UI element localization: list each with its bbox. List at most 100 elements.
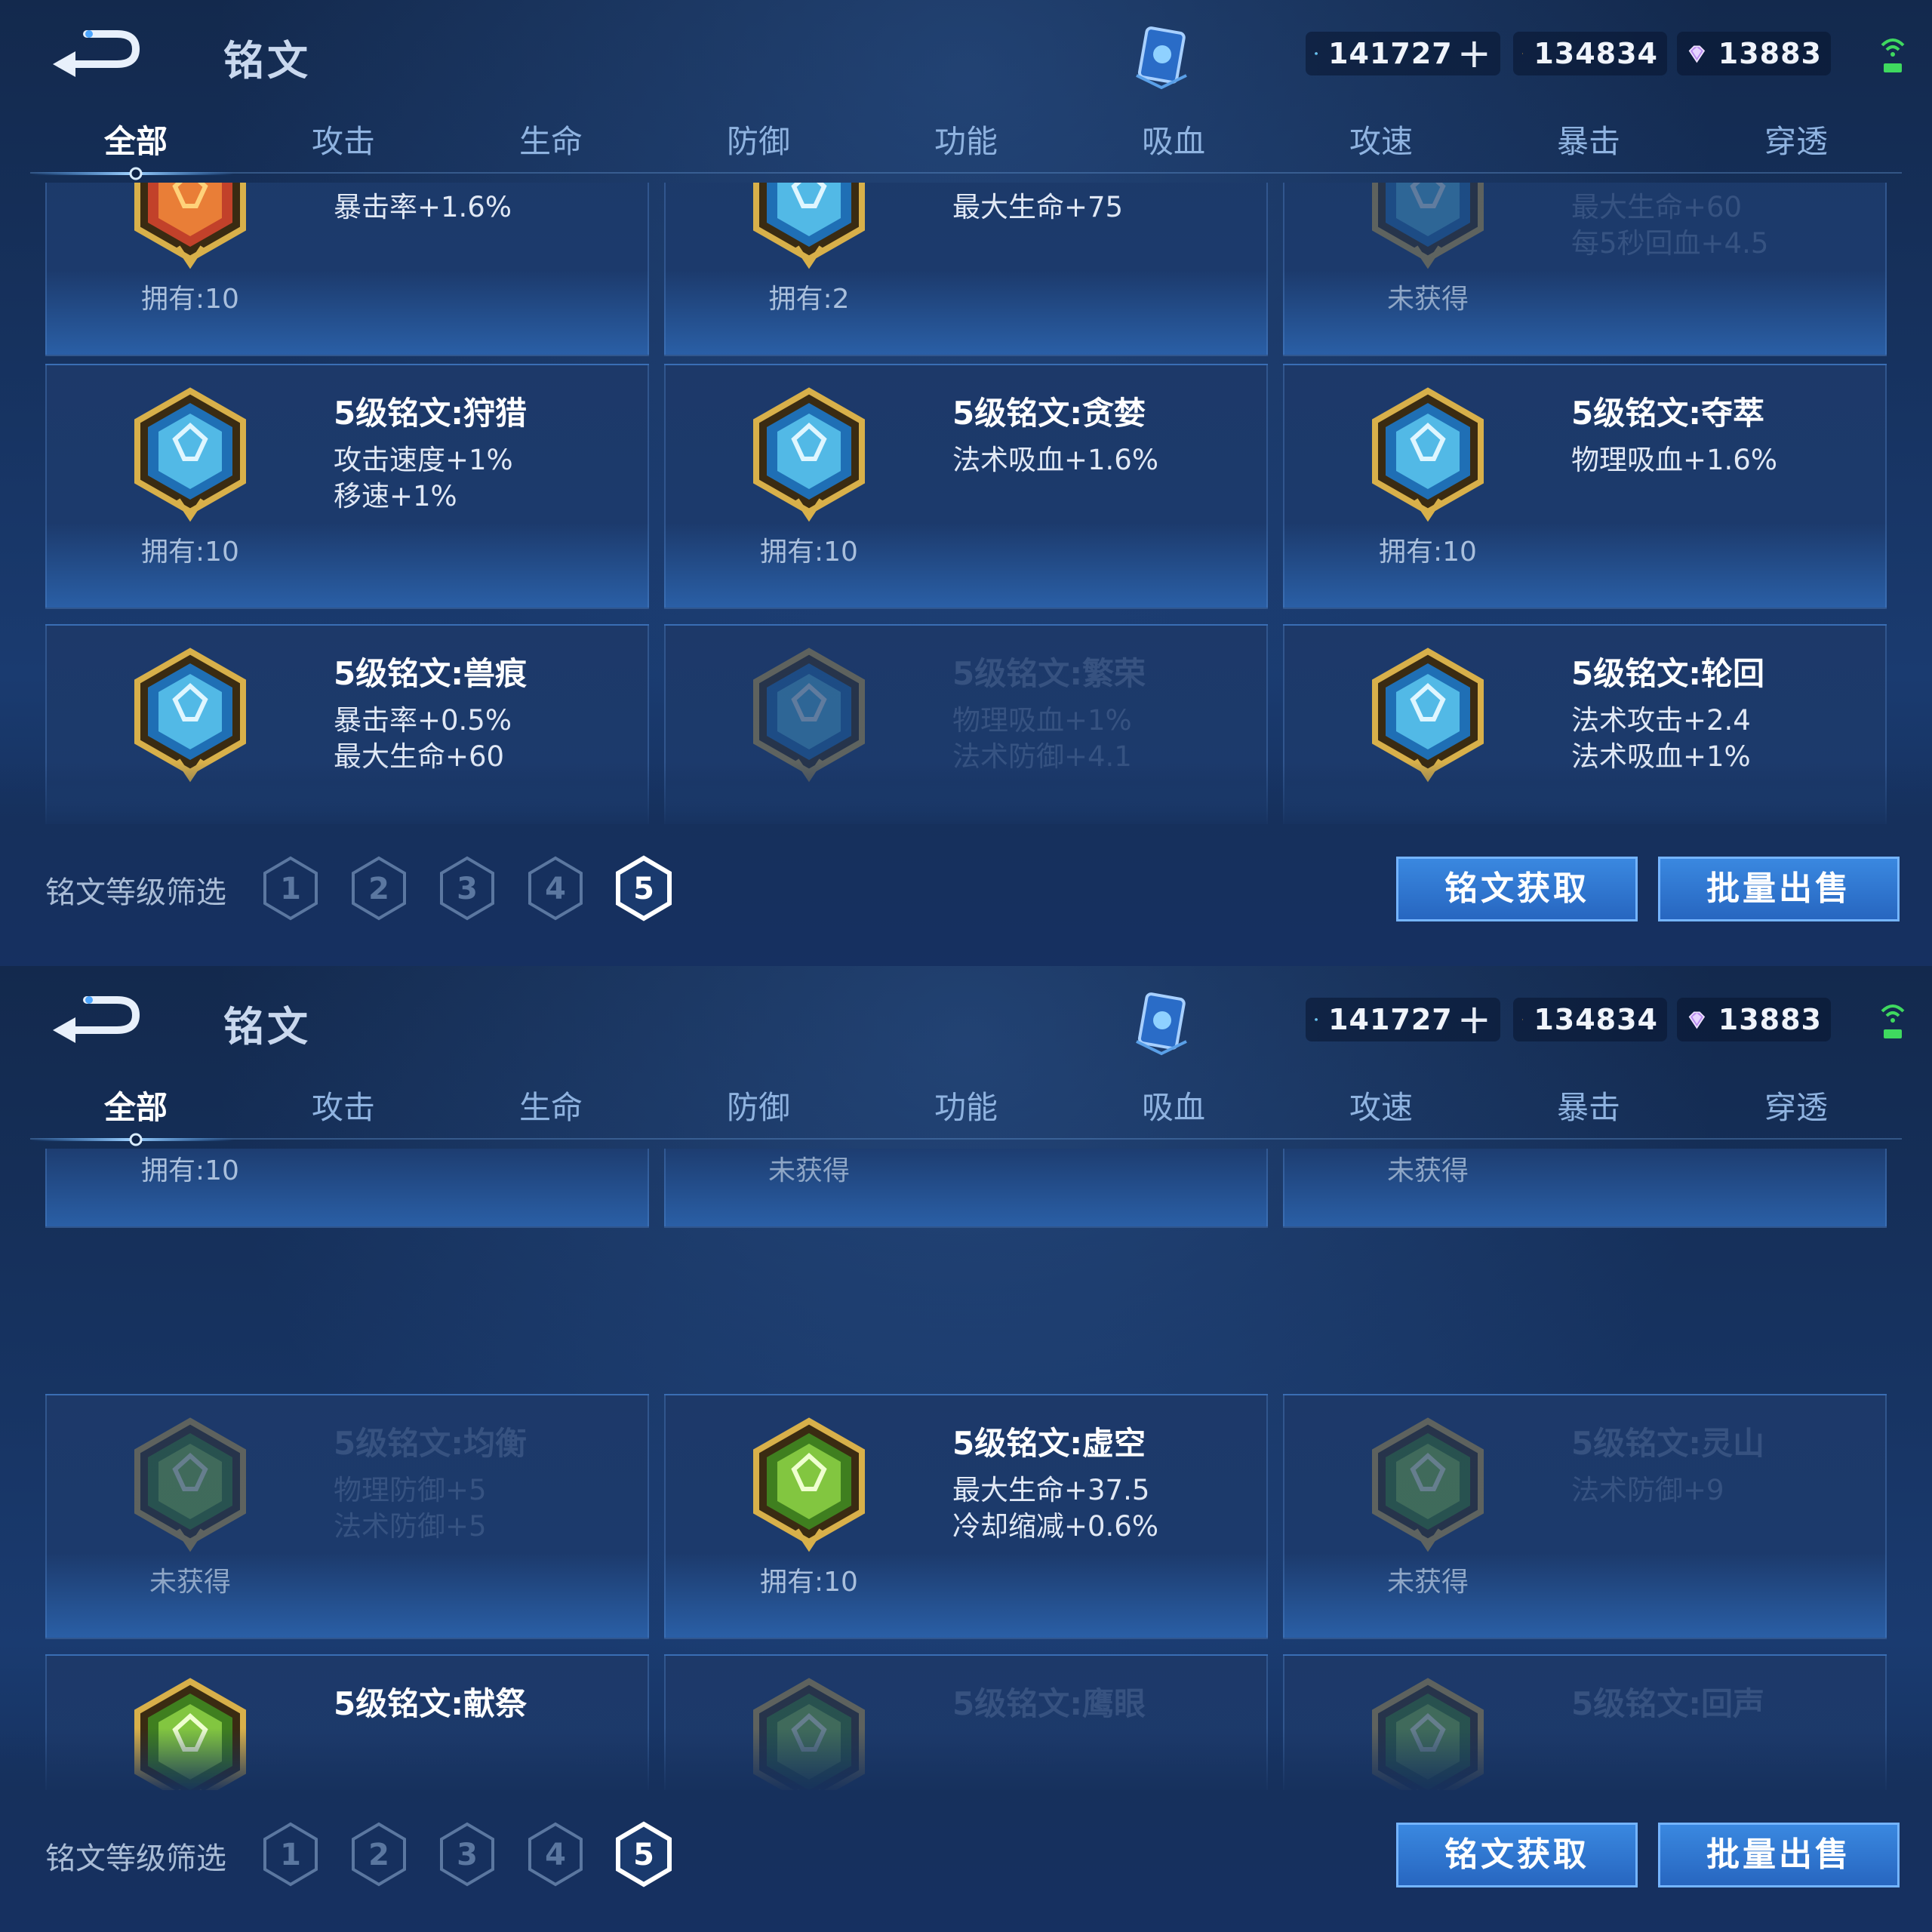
tab-penetration[interactable]: 穿透 [1721, 1082, 1872, 1128]
inscription-green-icon [1367, 1417, 1488, 1552]
tab-attack-speed[interactable]: 攻速 [1306, 1082, 1457, 1128]
tab-utility[interactable]: 功能 [891, 1082, 1041, 1128]
owned-count: 未获得 [768, 1155, 850, 1186]
currency-gold: S 134834 [1513, 32, 1667, 75]
inscription-blue-icon [749, 386, 869, 522]
inscription-card[interactable]: 最大生命+75 拥有:2 [664, 183, 1268, 356]
level-filter-number: 4 [545, 872, 566, 906]
header-bar: 铭文 141727 + S 134834 13883 [0, 0, 1932, 106]
active-tab-indicator [30, 1133, 234, 1146]
level-filter-number: 5 [633, 872, 654, 906]
inscription-name: 5级铭文:回声 [1571, 1685, 1765, 1722]
tab-critical[interactable]: 暴击 [1513, 1082, 1664, 1128]
inscription-name: 5级铭文:轮回 [1571, 655, 1765, 692]
inscription-attribute: 暴击率+0.5% [334, 704, 512, 737]
level-filter-2[interactable]: 2 [349, 1821, 409, 1887]
currency-diamond: 141727 + [1306, 32, 1500, 75]
diamond-icon [1315, 51, 1318, 56]
add-diamond-button[interactable]: + [1457, 33, 1491, 74]
tab-defense[interactable]: 防御 [683, 1082, 834, 1128]
level-filter-1[interactable]: 1 [260, 1821, 321, 1887]
inscription-name: 5级铭文:均衡 [334, 1425, 528, 1462]
tab-health[interactable]: 生命 [475, 1082, 626, 1128]
gem-amount: 13883 [1718, 1003, 1822, 1036]
level-filter-4[interactable]: 4 [525, 1821, 586, 1887]
level-filter-5[interactable]: 5 [614, 1821, 674, 1887]
inscription-green-icon [130, 1417, 251, 1552]
tab-critical[interactable]: 暴击 [1513, 116, 1664, 162]
tab-all[interactable]: 全部 [60, 116, 211, 162]
inscription-card[interactable]: 5级铭文:狩猎 攻击速度+1% 移速+1% 拥有:10 [45, 364, 649, 609]
tab-attack-speed[interactable]: 攻速 [1306, 116, 1457, 162]
inscription-card[interactable]: 5级铭文:虚空 最大生命+37.5 冷却缩减+0.6% 拥有:10 [664, 1394, 1268, 1639]
tab-penetration[interactable]: 穿透 [1721, 116, 1872, 162]
tab-divider [30, 1138, 1902, 1140]
gold-coin-icon: S [1522, 1019, 1523, 1020]
level-filter-number: 4 [545, 1838, 566, 1872]
inscription-name: 5级铭文:献祭 [334, 1685, 528, 1722]
inscription-card[interactable]: 暴击率+1.6% 拥有:10 [45, 183, 649, 356]
tab-utility[interactable]: 功能 [891, 116, 1041, 162]
level-filter-2[interactable]: 2 [349, 855, 409, 921]
acquire-inscription-button[interactable]: 铭文获取 [1396, 1823, 1638, 1887]
tab-defense[interactable]: 防御 [683, 116, 834, 162]
inscription-attribute: 每5秒回血+4.5 [1571, 227, 1769, 260]
tab-lifesteal[interactable]: 吸血 [1098, 1082, 1249, 1128]
add-diamond-button[interactable]: + [1457, 999, 1491, 1040]
level-filter-4[interactable]: 4 [525, 855, 586, 921]
owned-count: 拥有:10 [760, 1567, 858, 1598]
currency-gem: 13883 [1677, 998, 1831, 1041]
level-filter-3[interactable]: 3 [437, 855, 497, 921]
tab-lifesteal[interactable]: 吸血 [1098, 116, 1249, 162]
inscription-card[interactable]: 5级铭文:贪婪 法术吸血+1.6% 拥有:10 [664, 364, 1268, 609]
owned-count: 未获得 [1386, 284, 1469, 315]
bulk-sell-button[interactable]: 批量出售 [1658, 857, 1900, 921]
inscription-card[interactable]: 5级铭文:灵山 法术防御+9 未获得 [1283, 1394, 1887, 1639]
diamond-amount: 141727 [1328, 37, 1453, 70]
inscription-card[interactable]: 5级铭文:均衡 物理防御+5 法术防御+5 未获得 [45, 1394, 649, 1639]
inscription-name: 5级铭文:鹰眼 [952, 1685, 1146, 1722]
tab-attack[interactable]: 攻击 [268, 116, 419, 162]
inscription-attribute: 攻击速度+1% [334, 444, 513, 476]
level-filter-5[interactable]: 5 [614, 855, 674, 921]
gem-icon [1688, 1011, 1706, 1029]
inscription-book-icon[interactable] [1128, 23, 1195, 91]
inscription-attribute: 物理吸血+1.6% [1571, 444, 1778, 476]
back-arrow-icon[interactable] [45, 23, 143, 83]
page-title: 铭文 [223, 37, 311, 85]
inscription-attribute: 物理防御+5 [334, 1474, 487, 1506]
inscription-card[interactable]: 5级铭文:怜悯冷却缩减+1%未获得 [664, 1149, 1268, 1228]
category-tabs: 全部 攻击 生命 防御 功能 吸血 攻速 暴击 穿透 [30, 1079, 1902, 1143]
inscription-attribute: 冷却缩减+0.6% [952, 1510, 1159, 1543]
gold-amount: 134834 [1534, 37, 1658, 70]
level-filter-1[interactable]: 1 [260, 855, 321, 921]
tab-health[interactable]: 生命 [475, 116, 626, 162]
level-filter-number: 2 [368, 872, 389, 906]
inscription-attribute: 法术吸血+1.6% [952, 444, 1159, 476]
owned-count: 未获得 [149, 1567, 231, 1598]
inscription-card[interactable]: 5级铭文:夺萃 物理吸血+1.6% 拥有:10 [1283, 364, 1887, 609]
level-filter-number: 3 [457, 872, 478, 906]
inscription-panel-bottom: 铭文 141727 + S 134834 13883 全部 攻击 生命 防御 功… [0, 966, 1932, 1932]
inscription-panel-top: 铭文 141727 + S 134834 13883 全部 攻击 生命 防御 功… [0, 0, 1932, 966]
tab-divider [30, 172, 1902, 174]
level-filter-number: 1 [280, 872, 301, 906]
inscription-card[interactable]: 5级铭文:霸者物理防御+9未获得 [1283, 1149, 1887, 1228]
owned-count: 未获得 [1386, 1155, 1469, 1186]
level-filter-3[interactable]: 3 [437, 1821, 497, 1887]
inscription-book-icon[interactable] [1128, 989, 1195, 1057]
inscription-green-icon [749, 1417, 869, 1552]
header-bar: 铭文 141727 + S 134834 13883 [0, 966, 1932, 1072]
inscription-name: 5级铭文:灵山 [1571, 1425, 1765, 1462]
wifi-signal-icon [1881, 1004, 1905, 1038]
tab-all[interactable]: 全部 [60, 1082, 211, 1128]
bulk-sell-button[interactable]: 批量出售 [1658, 1823, 1900, 1887]
back-arrow-icon[interactable] [45, 989, 143, 1049]
level-filter-label: 铭文等级筛选 [45, 875, 226, 910]
inscription-card[interactable]: 最大生命+60 每5秒回血+4.5 未获得 [1283, 183, 1887, 356]
level-filter-number: 2 [368, 1838, 389, 1872]
category-tabs: 全部 攻击 生命 防御 功能 吸血 攻速 暴击 穿透 [30, 113, 1902, 177]
acquire-inscription-button[interactable]: 铭文获取 [1396, 857, 1638, 921]
tab-attack[interactable]: 攻击 [268, 1082, 419, 1128]
inscription-card[interactable]: 5级铭文:心眼攻击速度+0.6%法术穿透+6.4拥有:10 [45, 1149, 649, 1228]
